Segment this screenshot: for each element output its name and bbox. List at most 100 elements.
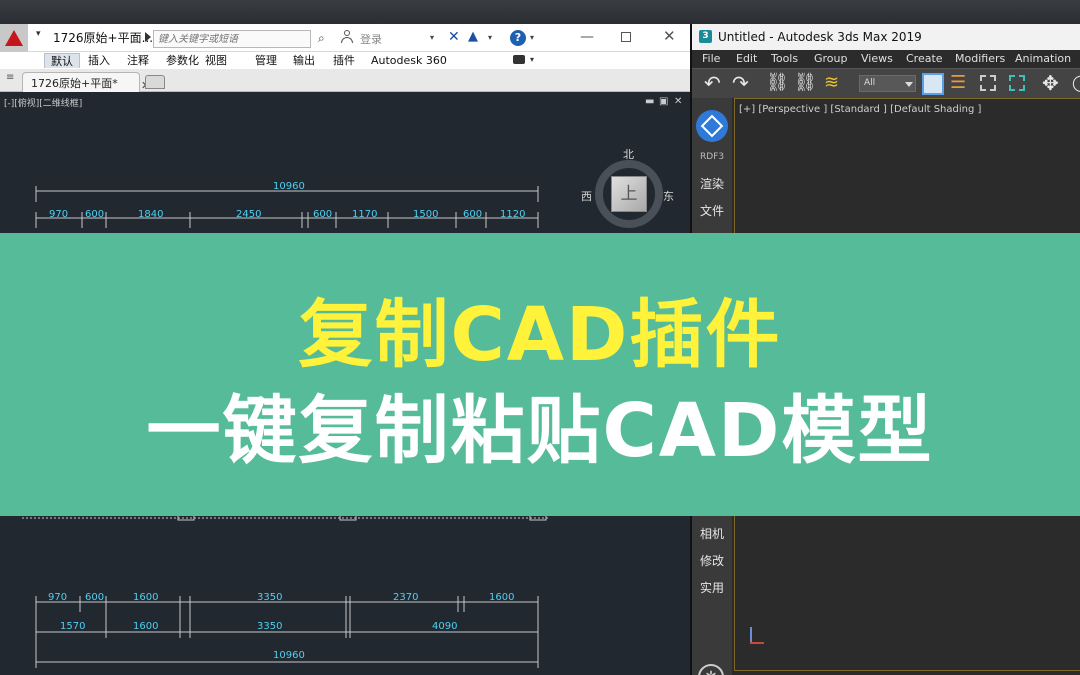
doc-tab[interactable]: 1726原始+平面* ✕: [22, 72, 150, 92]
tab-annotate[interactable]: 注释: [127, 53, 149, 68]
tab-layout[interactable]: 参数化: [166, 53, 199, 68]
dimension-text: 970: [48, 592, 68, 603]
viewcube-top-face[interactable]: 上: [611, 176, 647, 212]
menu-animation[interactable]: Animation: [1015, 52, 1071, 65]
max-viewport-label[interactable]: [+] [Perspective ] [Standard ] [Default …: [739, 104, 981, 115]
sidebar-item-utilities[interactable]: 实用: [692, 579, 732, 596]
compass-north[interactable]: 北: [623, 146, 634, 162]
menu-file[interactable]: File: [702, 52, 720, 65]
a360-dropdown-icon[interactable]: ▾: [488, 33, 492, 42]
dimension-text: 600: [85, 592, 105, 603]
sidebar-item-render[interactable]: 渲染: [692, 175, 732, 192]
cad-title-bar: ▾ 1726原始+平面... ⌕ 登录 ▾ ✕ ▲ ▾ ? ▾ — ✕: [0, 24, 690, 52]
redo-icon[interactable]: ↷: [732, 72, 749, 94]
max-window-title: Untitled - Autodesk 3ds Max 2019: [718, 30, 922, 44]
dimension-text: 600: [85, 209, 105, 220]
settings-gear-icon[interactable]: ✲: [698, 664, 724, 675]
dimension-text: 4090: [432, 621, 458, 632]
menu-tools[interactable]: Tools: [771, 52, 798, 65]
select-object-button[interactable]: [922, 73, 944, 95]
doc-menu-icon[interactable]: ≡: [6, 72, 14, 83]
window-crossing-icon[interactable]: [1009, 75, 1025, 91]
selection-filter-value: All: [864, 78, 876, 88]
select-by-name-icon[interactable]: ☰: [950, 72, 966, 94]
tab-view[interactable]: 管理: [255, 53, 277, 68]
sidebar-item-file[interactable]: 文件: [692, 202, 732, 219]
search-input[interactable]: [153, 30, 311, 48]
tab-default[interactable]: 默认: [44, 53, 80, 68]
bind-spacewarp-icon[interactable]: ≋: [824, 72, 839, 94]
binoculars-icon[interactable]: ⌕: [318, 31, 325, 46]
max-main-toolbar: ↶ ↷ ⛓ ⛓ ≋ All ☰ ✥ ◯: [692, 68, 1080, 98]
rectangular-selection-icon[interactable]: [980, 75, 996, 91]
document-tabs: ≡ 1726原始+平面* ✕: [0, 69, 690, 92]
tab-plugins[interactable]: Autodesk 360: [371, 53, 447, 68]
dimension-text: 1600: [489, 592, 515, 603]
plugin-label: RDF3: [699, 152, 725, 162]
dimension-text: 10960: [273, 650, 305, 661]
compass-west[interactable]: 西: [581, 188, 592, 204]
title-banner: 复制CAD插件 一键复制粘贴CAD模型: [0, 233, 1080, 516]
exchange-icon[interactable]: ✕: [448, 29, 460, 45]
banner-headline: 复制CAD插件: [298, 292, 782, 378]
login-dropdown-icon[interactable]: ▾: [430, 33, 434, 42]
menu-views[interactable]: Views: [861, 52, 893, 65]
minimize-button[interactable]: —: [580, 29, 594, 45]
help-icon[interactable]: ?: [510, 30, 526, 46]
dropdown-arrow-icon: [905, 82, 913, 87]
max-title-bar: 3 Untitled - Autodesk 3ds Max 2019: [692, 24, 1080, 50]
menu-group[interactable]: Group: [814, 52, 848, 65]
dimension-text: 1500: [413, 209, 439, 220]
new-tab-button[interactable]: [145, 75, 165, 89]
dimension-text: 10960: [273, 181, 305, 192]
dimension-text: 2370: [393, 592, 419, 603]
menu-create[interactable]: Create: [906, 52, 943, 65]
ribbon-options-dropdown-icon[interactable]: ▾: [530, 55, 534, 64]
rotate-icon[interactable]: ◯: [1072, 72, 1080, 94]
dimension-text: 3350: [257, 621, 283, 632]
camera-icon[interactable]: [513, 55, 525, 64]
user-icon[interactable]: [340, 30, 354, 44]
banner-subheadline: 一键复制粘贴CAD模型: [146, 388, 934, 474]
dimension-text: 1600: [133, 592, 159, 603]
autocad-logo-icon: [5, 30, 23, 46]
close-button[interactable]: ✕: [663, 27, 676, 45]
undo-icon[interactable]: ↶: [704, 72, 721, 94]
axis-gizmo-icon: [747, 627, 767, 647]
ribbon-tabs: 默认 插入 注释 参数化 视图 管理 输出 插件 Autodesk 360 ▾: [0, 52, 690, 69]
unlink-icon[interactable]: ⛓: [794, 72, 817, 94]
quick-access-dropdown[interactable]: ▾: [36, 29, 41, 39]
viewcube[interactable]: 上 北 南 西 东: [581, 148, 674, 247]
dimension-text: 1170: [352, 209, 378, 220]
dimension-text: 1120: [500, 209, 526, 220]
autocad-logo-button[interactable]: [0, 24, 28, 52]
doc-tab-label: 1726原始+平面*: [31, 77, 118, 90]
dimension-text: 2450: [236, 209, 262, 220]
link-icon[interactable]: ⛓: [766, 72, 789, 94]
dimension-text: 600: [463, 209, 483, 220]
3dsmax-logo-icon: 3: [699, 30, 712, 43]
sidebar-item-camera[interactable]: 相机: [692, 525, 732, 542]
dimension-text: 970: [49, 209, 69, 220]
dimension-text: 1570: [60, 621, 86, 632]
tab-insert[interactable]: 插入: [88, 53, 110, 68]
menu-modifiers[interactable]: Modifiers: [955, 52, 1005, 65]
plugin-logo-icon[interactable]: [696, 110, 728, 142]
dimension-text: 3350: [257, 592, 283, 603]
tab-output[interactable]: 插件: [333, 53, 355, 68]
dimension-text: 1840: [138, 209, 164, 220]
menu-edit[interactable]: Edit: [736, 52, 757, 65]
tab-parametric[interactable]: 视图: [205, 53, 227, 68]
sidebar-item-modify[interactable]: 修改: [692, 552, 732, 569]
help-dropdown-icon[interactable]: ▾: [530, 33, 534, 42]
a360-icon[interactable]: ▲: [468, 29, 478, 44]
tab-manage[interactable]: 输出: [293, 53, 315, 68]
desktop-strip: [0, 0, 1080, 24]
screen: ▾ 1726原始+平面... ⌕ 登录 ▾ ✕ ▲ ▾ ? ▾ — ✕ 默认 插…: [0, 0, 1080, 675]
login-link[interactable]: 登录: [360, 31, 382, 47]
compass-east[interactable]: 东: [663, 188, 674, 204]
dimension-text: 1600: [133, 621, 159, 632]
move-icon[interactable]: ✥: [1042, 72, 1059, 94]
expand-arrow-icon[interactable]: [145, 32, 151, 42]
maximize-button[interactable]: [621, 32, 631, 42]
